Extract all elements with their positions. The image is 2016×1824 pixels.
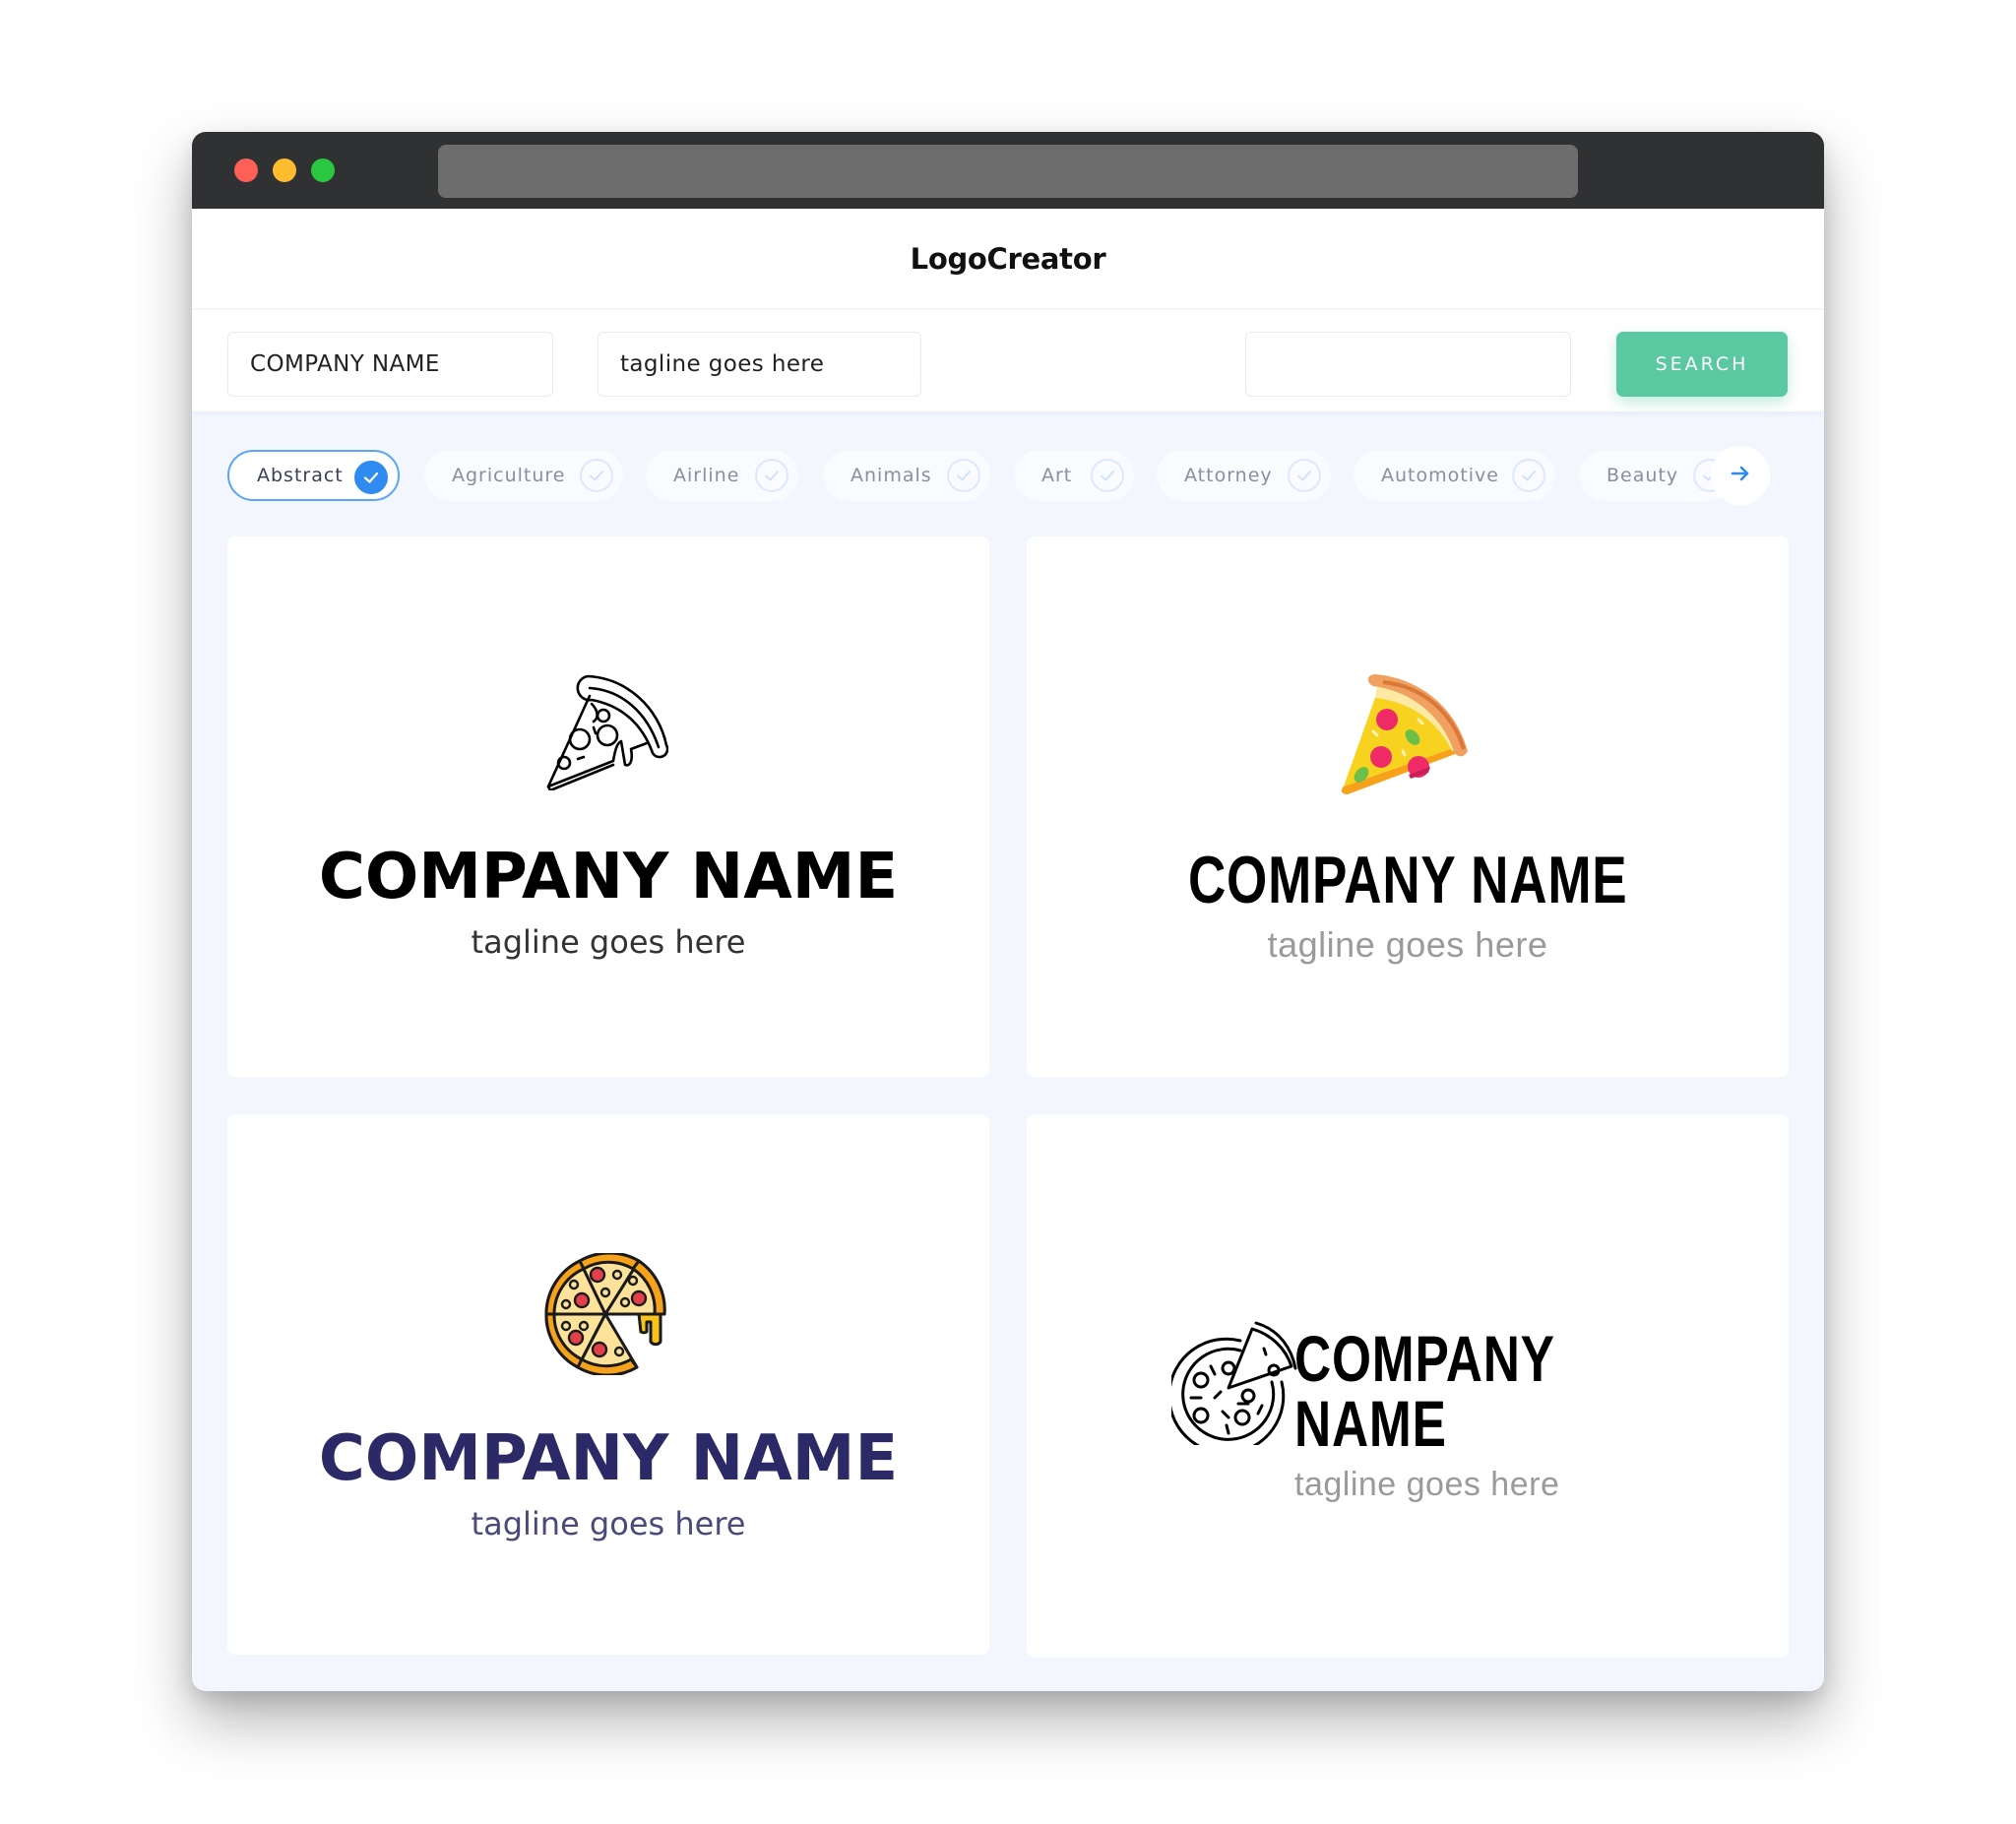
title-bar [192,132,1824,209]
keyword-input[interactable] [1245,332,1571,397]
pizza-slice-flat-color-icon [1341,674,1468,794]
pizza-slice-outline-icon [546,674,668,790]
logo-company-name: COMPANY NAME [318,841,899,913]
maximize-window-button[interactable] [311,158,335,182]
category-label: Automotive [1381,465,1499,486]
tagline-input[interactable] [598,332,921,397]
site-header: LogoCreator [192,209,1824,308]
category-chip-agriculture[interactable]: Agriculture [424,450,623,501]
category-chip-animals[interactable]: Animals [823,450,990,501]
check-icon [755,459,788,492]
category-label: Attorney [1184,465,1273,486]
check-icon [1288,459,1321,492]
check-icon [354,461,388,494]
logo-card[interactable]: COMPANY NAME tagline goes here [1027,1114,1789,1658]
category-label: Agriculture [452,465,566,486]
logo-company-name: COMPANY NAME [318,1422,899,1495]
search-button[interactable]: SEARCH [1616,332,1788,397]
check-icon [947,459,980,492]
logo-card[interactable]: COMPANY NAME tagline goes here [227,1114,989,1655]
logo-tagline: tagline goes here [1294,1466,1560,1503]
minimize-window-button[interactable] [273,158,296,182]
logo-tagline: tagline goes here [471,1505,746,1542]
category-filter-bar: Abstract Agriculture Airline Animals Art… [192,446,1824,505]
whole-pizza-outline-icon [1171,1321,1297,1445]
search-bar: SEARCH [192,310,1824,411]
site-logo-title[interactable]: LogoCreator [911,242,1106,276]
company-name-input[interactable] [227,332,553,397]
category-label: Airline [673,465,740,486]
category-chip-attorney[interactable]: Attorney [1157,450,1331,501]
logo-tagline: tagline goes here [1267,924,1548,965]
category-chip-abstract[interactable]: Abstract [227,450,400,501]
arrow-right-icon [1730,463,1751,489]
category-label: Abstract [257,465,344,486]
whole-pizza-color-icon [544,1253,666,1375]
address-bar[interactable] [438,145,1578,198]
browser-window: LogoCreator SEARCH Abstract Agriculture … [192,132,1824,1691]
logo-text-group: COMPANY NAME tagline goes here [1294,1326,1789,1501]
categories-next-button[interactable] [1711,446,1770,505]
logo-tagline: tagline goes here [471,923,746,961]
category-chip-automotive[interactable]: Automotive [1354,450,1555,501]
logo-card[interactable]: COMPANY NAME tagline goes here [227,536,989,1077]
category-chip-airline[interactable]: Airline [646,450,798,501]
category-label: Beauty [1606,465,1679,486]
category-label: Art [1041,465,1073,486]
check-icon [580,459,613,492]
logo-company-name: COMPANY NAME [1294,1322,1554,1460]
close-window-button[interactable] [234,158,258,182]
logo-company-name: COMPANY NAME [1187,843,1628,917]
check-icon [1091,459,1124,492]
logo-card[interactable]: COMPANY NAME tagline goes here [1027,536,1789,1077]
category-chip-art[interactable]: Art [1014,450,1134,501]
category-label: Animals [850,465,932,486]
check-icon [1512,459,1545,492]
